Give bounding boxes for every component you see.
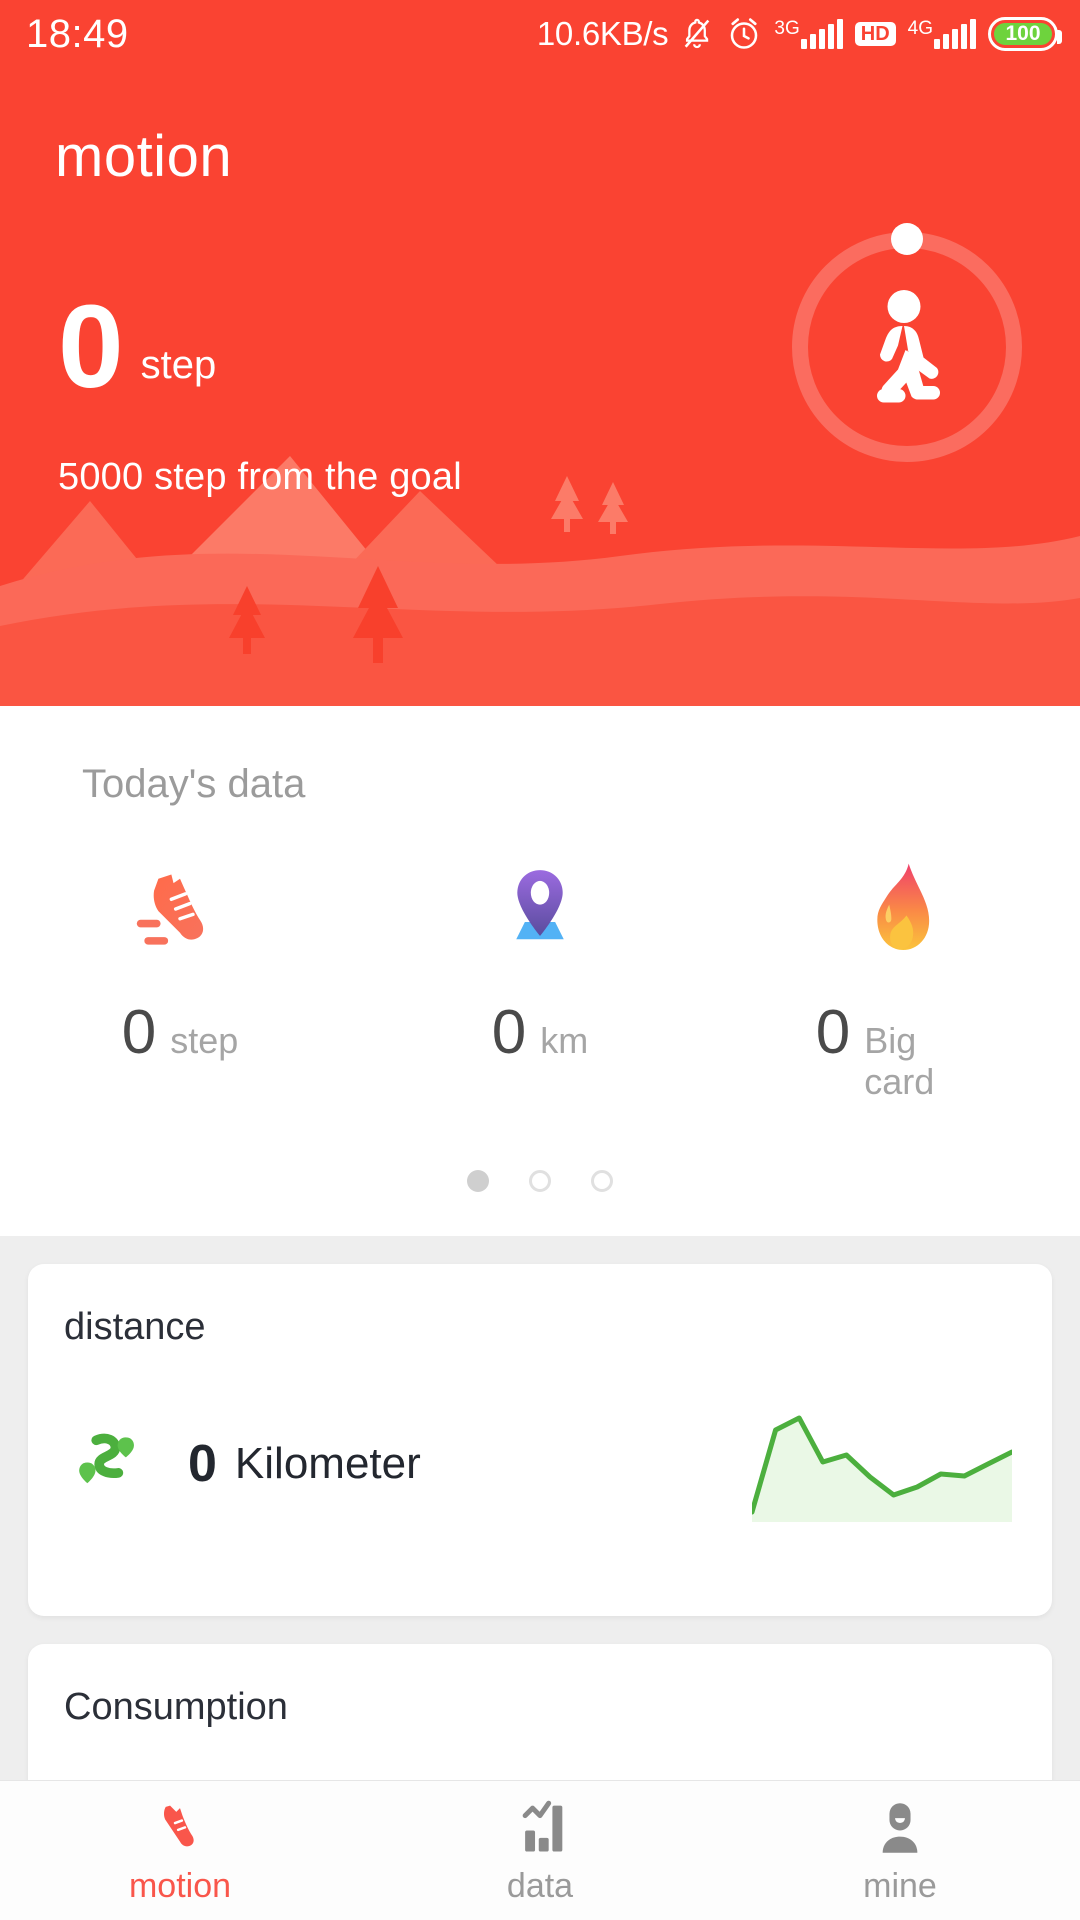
- network-speed-label: 10.6KB/s: [536, 15, 669, 52]
- step-count-unit: step: [140, 342, 217, 387]
- pager-dot-1[interactable]: [467, 1170, 489, 1192]
- stat-steps-value-row: 0 step: [65, 1002, 295, 1064]
- bottom-navigation-bar: motion data mine: [0, 1780, 1080, 1920]
- nav-item-mine-label: mine: [863, 1867, 937, 1905]
- distance-card-title: distance: [64, 1306, 206, 1348]
- signal-3g-icon: 3G: [774, 18, 843, 49]
- shoe-icon: [149, 1795, 211, 1859]
- nav-item-data[interactable]: data: [360, 1781, 720, 1920]
- goal-remaining-label: 5000 step from the goal: [58, 456, 462, 498]
- location-pin-icon: [486, 854, 594, 964]
- stat-distance-value-row: 0 km: [425, 1002, 655, 1064]
- nav-item-motion[interactable]: motion: [0, 1781, 360, 1920]
- pager-dot-3[interactable]: [591, 1170, 613, 1192]
- network-type-3g-label: 3G: [774, 18, 800, 39]
- consumption-card-title: Consumption: [64, 1686, 288, 1728]
- flame-icon: [846, 854, 954, 964]
- distance-card[interactable]: distance 0 Kilometer: [28, 1264, 1052, 1616]
- stat-steps[interactable]: 0 step: [0, 854, 360, 1103]
- distance-card-unit: Kilometer: [234, 1438, 421, 1488]
- status-bar-icons: 10.6KB/s 3G HD 4G 100: [536, 15, 1062, 53]
- todays-data-title: Today's data: [82, 762, 306, 806]
- page-title: motion: [55, 124, 233, 189]
- stat-distance-unit: km: [540, 1020, 589, 1061]
- hd-icon: HD: [854, 22, 896, 46]
- battery-icon: 100: [988, 17, 1062, 51]
- pager-dot-2[interactable]: [529, 1170, 551, 1192]
- stat-calories-value: 0: [815, 998, 851, 1067]
- stat-calories-value-row: 0 Big card: [785, 1002, 1015, 1103]
- stat-distance-value: 0: [491, 998, 527, 1067]
- nav-item-mine[interactable]: mine: [720, 1781, 1080, 1920]
- stat-calories[interactable]: 0 Big card: [720, 854, 1080, 1103]
- signal-bars-3g: [800, 19, 843, 49]
- green-road-icon: [74, 1424, 148, 1503]
- motion-header: motion 0 step 5000 step from the goal: [0, 68, 1080, 706]
- status-bar: 18:49 10.6KB/s 3G HD 4G 100: [0, 0, 1080, 68]
- signal-4g-icon: 4G: [908, 19, 976, 49]
- step-progress-ring[interactable]: [792, 223, 1022, 462]
- todays-data-stats: 0 step 0 km 0 Big card: [0, 854, 1080, 1103]
- bar-chart-icon: [509, 1795, 571, 1859]
- carousel-pager[interactable]: [0, 1170, 1080, 1192]
- todays-data-section: Today's data 0 step 0 km 0 Big card: [0, 706, 1080, 1236]
- nav-item-data-label: data: [506, 1867, 574, 1905]
- distance-card-value: 0: [188, 1434, 217, 1493]
- nav-item-motion-label: motion: [128, 1867, 232, 1905]
- stat-distance[interactable]: 0 km: [360, 854, 720, 1103]
- stat-steps-value: 0: [121, 998, 157, 1067]
- step-count-value: 0: [58, 281, 124, 413]
- distance-card-value-row: 0 Kilometer: [74, 1424, 421, 1503]
- signal-bars-4g: [934, 19, 976, 49]
- cards-section: distance 0 Kilometer Consumption: [0, 1236, 1080, 1804]
- distance-sparkline-chart: [752, 1415, 1012, 1522]
- stat-steps-unit: step: [170, 1020, 239, 1061]
- bell-off-icon: [680, 17, 714, 51]
- step-counter: 0 step: [58, 281, 217, 413]
- running-shoe-icon: [126, 854, 234, 964]
- status-bar-time: 18:49: [26, 11, 129, 56]
- walking-person-icon: [792, 232, 1022, 462]
- person-icon: [869, 1795, 931, 1859]
- alarm-icon: [726, 16, 762, 52]
- network-type-4g-label: 4G: [907, 18, 933, 39]
- battery-level-label: 100: [1005, 22, 1041, 45]
- stat-calories-unit: Big card: [864, 1020, 935, 1103]
